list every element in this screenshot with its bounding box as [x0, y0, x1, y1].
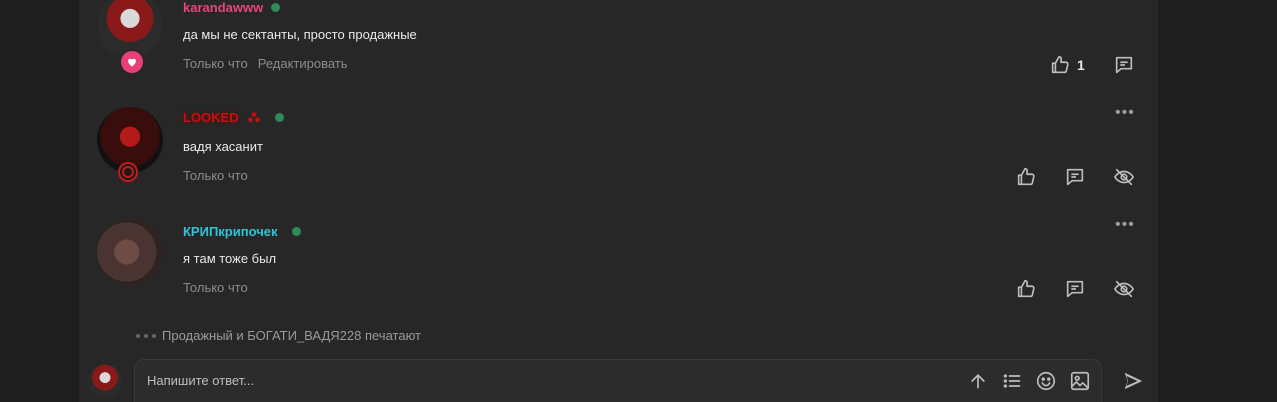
username[interactable]: LOOKED: [183, 110, 239, 125]
eye-off-icon[interactable]: [1112, 277, 1136, 301]
more-options-icon[interactable]: •••: [1115, 216, 1135, 234]
typing-dots-icon: [136, 333, 156, 338]
typing-text: Продажный и БОГАТИ_ВАДЯ228 печатают: [162, 328, 421, 343]
reply-box: [134, 359, 1102, 402]
heart-badge-icon: [119, 49, 145, 75]
online-indicator: [274, 113, 284, 122]
send-icon[interactable]: [1122, 370, 1146, 394]
username[interactable]: karandawww: [183, 0, 263, 15]
thumbs-up-icon[interactable]: [1014, 277, 1038, 301]
comment-time: Только что: [183, 280, 248, 295]
edit-link[interactable]: Редактировать: [258, 56, 348, 71]
more-options-icon[interactable]: •••: [1115, 0, 1135, 8]
username[interactable]: КРИПкрипочек: [183, 224, 278, 239]
comment-icon[interactable]: [1063, 277, 1087, 301]
ring-badge-icon: [118, 162, 138, 182]
thumbs-up-icon[interactable]: [1014, 165, 1038, 189]
typing-indicator: Продажный и БОГАТИ_ВАДЯ228 печатают: [136, 328, 421, 343]
comment-text: вадя хасанит: [183, 139, 263, 154]
comment-icon[interactable]: [1063, 165, 1087, 189]
arrow-up-icon[interactable]: [967, 370, 989, 392]
current-user-avatar[interactable]: [88, 364, 122, 398]
flower-icon: [247, 111, 260, 122]
comment-text: я там тоже был: [183, 251, 277, 266]
comment-time: Только что: [183, 168, 248, 183]
reply-input[interactable]: [145, 372, 929, 389]
comments-panel: karandawww да мы не сектанты, просто про…: [79, 0, 1158, 402]
comment-icon[interactable]: [1112, 53, 1136, 77]
comment-time: Только что: [183, 56, 248, 71]
online-indicator: [291, 227, 301, 236]
like-count: 1: [1077, 57, 1085, 73]
thumbs-up-icon[interactable]: [1048, 53, 1072, 77]
avatar[interactable]: [97, 219, 163, 285]
online-indicator: [271, 3, 281, 12]
list-icon[interactable]: [1001, 370, 1023, 392]
image-icon[interactable]: [1069, 370, 1091, 392]
comment-text: да мы не сектанты, просто продажные: [183, 27, 417, 42]
eye-off-icon[interactable]: [1112, 165, 1136, 189]
emoji-icon[interactable]: [1035, 370, 1057, 392]
more-options-icon[interactable]: •••: [1115, 104, 1135, 122]
